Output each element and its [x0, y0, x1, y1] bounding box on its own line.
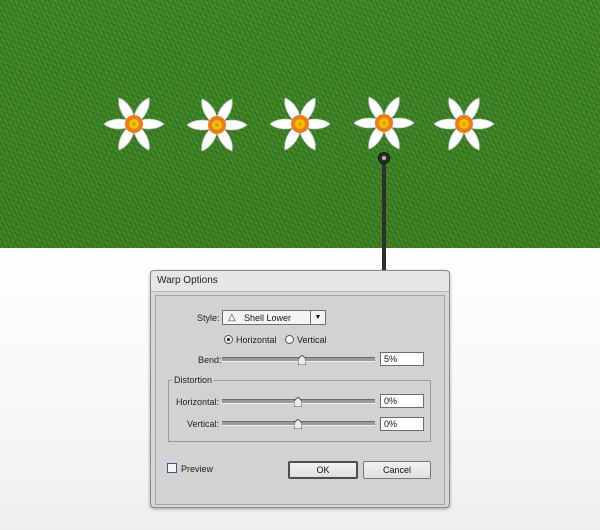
horizontal-distortion-slider-thumb[interactable]: [294, 397, 302, 407]
horizontal-radio-label[interactable]: Horizontal: [236, 335, 277, 345]
cancel-button[interactable]: Cancel: [363, 461, 431, 479]
distortion-group: [168, 380, 431, 442]
style-dropdown-value: Shell Lower: [244, 313, 292, 323]
daffodil-icon: [352, 91, 416, 155]
horizontal-distortion-label: Horizontal:: [176, 397, 220, 407]
distortion-title: Distortion: [172, 375, 215, 385]
bend-label: Bend:: [198, 355, 222, 365]
horizontal-radio[interactable]: [224, 335, 233, 344]
daffodil-icon: [185, 93, 249, 157]
pointer-line: [382, 163, 386, 270]
vertical-radio[interactable]: [285, 335, 294, 344]
preview-label[interactable]: Preview: [181, 464, 213, 474]
style-dropdown[interactable]: △ Shell Lower ▼: [222, 310, 326, 325]
daffodil-icon: [102, 92, 166, 156]
daffodil-icon: [268, 92, 332, 156]
style-label: Style:: [197, 313, 220, 323]
shell-lower-icon: △: [228, 312, 236, 323]
bend-slider-thumb[interactable]: [298, 355, 306, 365]
vertical-distortion-slider-thumb[interactable]: [294, 419, 302, 429]
daffodil-icon: [432, 92, 496, 156]
vertical-radio-label[interactable]: Vertical: [297, 335, 327, 345]
ok-button[interactable]: OK: [288, 461, 358, 479]
preview-checkbox[interactable]: [167, 463, 177, 473]
bend-input[interactable]: 5%: [380, 352, 424, 366]
horizontal-distortion-input[interactable]: 0%: [380, 394, 424, 408]
vertical-distortion-input[interactable]: 0%: [380, 417, 424, 431]
pointer-dot-icon: [378, 152, 390, 164]
vertical-distortion-label: Vertical:: [187, 419, 220, 429]
dialog-titlebar[interactable]: Warp Options: [151, 271, 449, 292]
chevron-down-icon[interactable]: ▼: [310, 311, 325, 324]
dialog-title: Warp Options: [157, 275, 218, 286]
